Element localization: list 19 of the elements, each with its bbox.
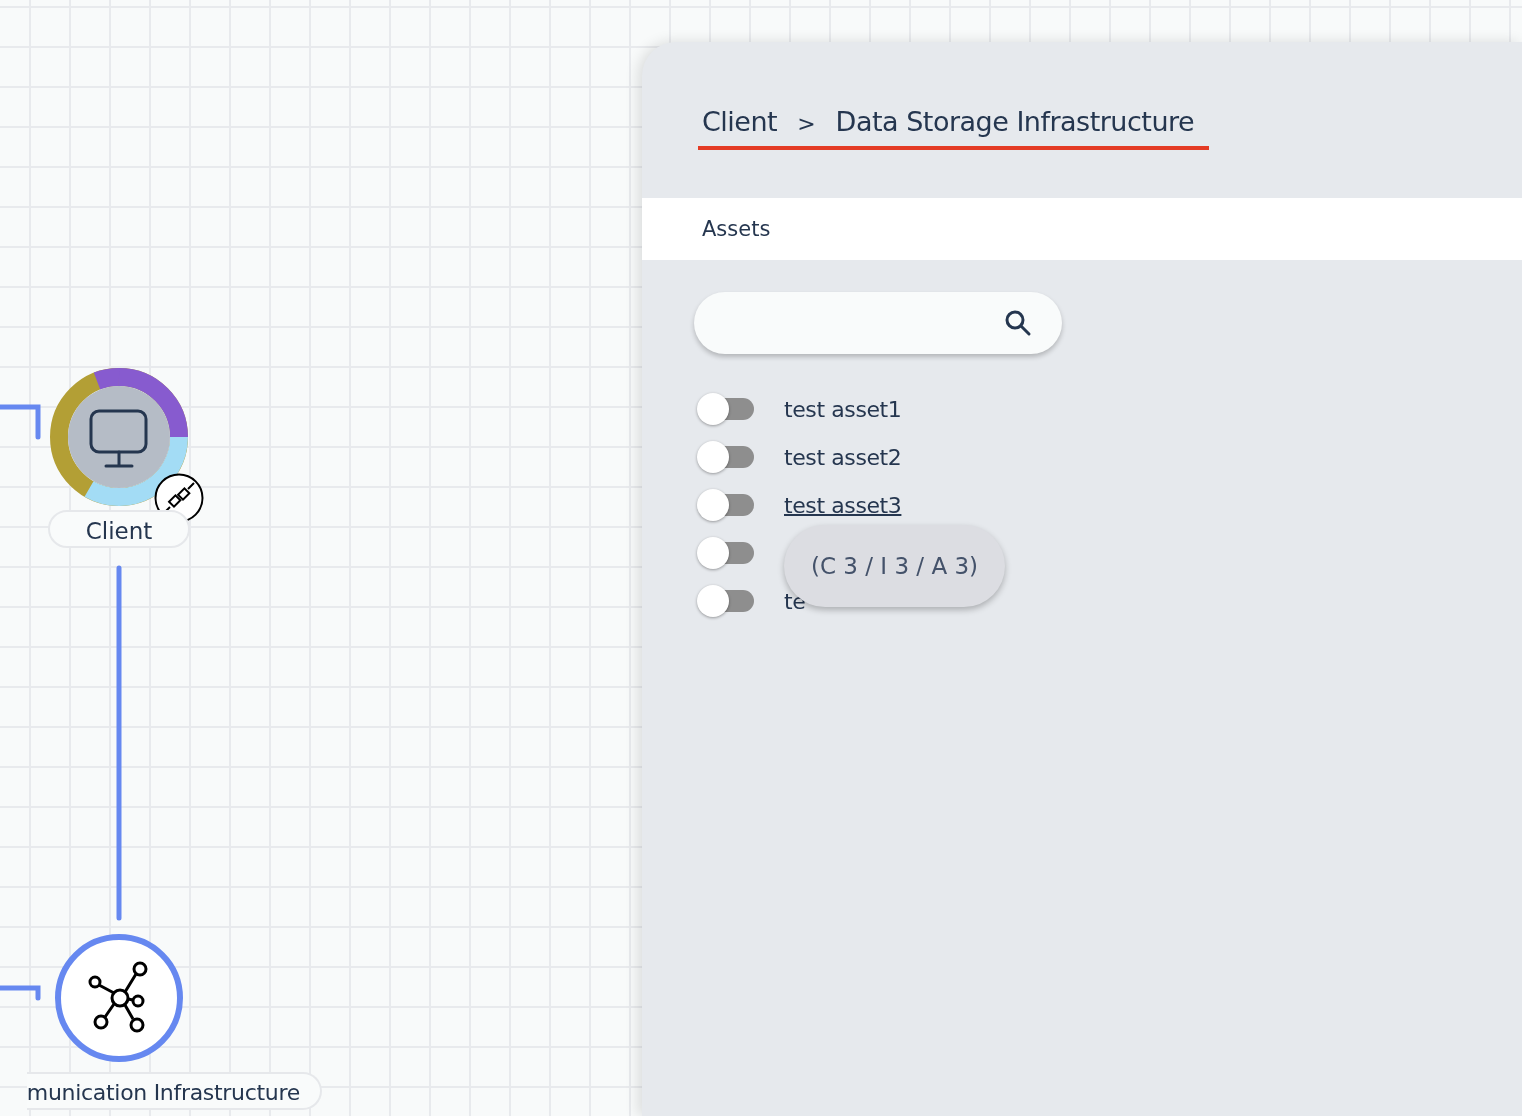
asset-label[interactable]: test asset3 [784,492,902,518]
toggle-switch[interactable] [696,584,756,618]
toggle-switch[interactable] [696,488,756,522]
connector-line [0,404,41,440]
asset-label[interactable]: test asset1 [784,396,902,422]
asset-label[interactable]: test asset2 [784,444,902,470]
toggle-switch[interactable] [696,440,756,474]
search-field[interactable] [694,292,1062,354]
node-label: Client [48,510,190,548]
connector-line [0,985,41,1001]
toggle-switch[interactable] [696,392,756,426]
network-node[interactable] [54,933,184,1063]
toggle-switch[interactable] [696,536,756,570]
node-label: munication Infrastructure [26,1072,322,1110]
search-icon[interactable] [1004,309,1032,337]
tab[interactable]: Assets [702,217,771,241]
breadcrumb-link[interactable]: Data Storage Infrastructure [835,106,1195,137]
chevron-icon: > [797,111,816,136]
breadcrumb-link[interactable]: Client [702,106,778,137]
